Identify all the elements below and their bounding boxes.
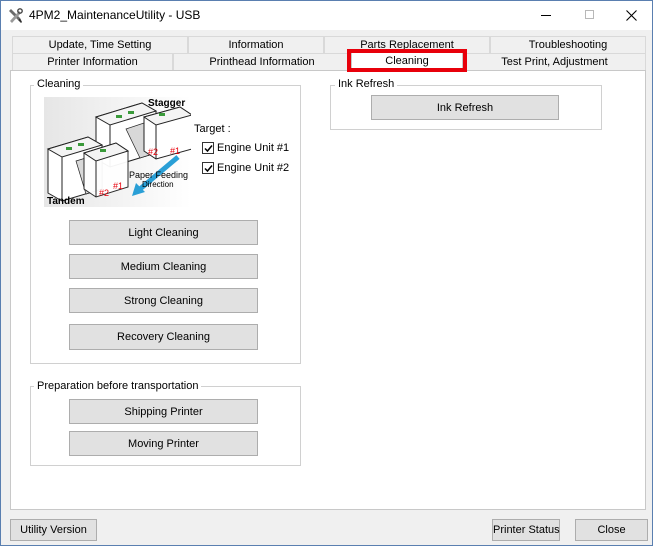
stagger-unit-1-label: #1 xyxy=(170,146,180,156)
window-title: 4PM2_MaintenanceUtility - USB xyxy=(29,8,201,22)
tools-icon xyxy=(7,8,23,24)
moving-printer-button[interactable]: Moving Printer xyxy=(69,431,258,456)
printer-status-button[interactable]: Printer Status xyxy=(492,519,560,541)
minimize-button[interactable] xyxy=(523,1,567,30)
engine-unit-1-checkbox[interactable] xyxy=(202,142,214,154)
stagger-label: Stagger xyxy=(148,98,185,109)
close-window-button[interactable] xyxy=(609,1,652,30)
tandem-unit-1-label: #1 xyxy=(113,181,123,191)
engine-unit-2-label[interactable]: Engine Unit #2 xyxy=(217,162,289,174)
tab-troubleshooting[interactable]: Troubleshooting xyxy=(490,36,646,53)
title-bar[interactable]: 4PM2_MaintenanceUtility - USB xyxy=(1,1,652,30)
ink-refresh-group-title: Ink Refresh xyxy=(335,78,398,90)
tandem-unit-2-label: #2 xyxy=(99,188,109,198)
maximize-button[interactable] xyxy=(567,1,611,30)
medium-cleaning-button[interactable]: Medium Cleaning xyxy=(69,254,258,279)
app-window: 4PM2_MaintenanceUtility - USB Update, Ti… xyxy=(0,0,653,546)
tandem-label: Tandem xyxy=(47,196,85,207)
tab-test-print-adjustment[interactable]: Test Print, Adjustment xyxy=(463,53,646,70)
target-label: Target : xyxy=(194,123,231,135)
feed-direction-label-line2: Direction xyxy=(142,180,174,189)
strong-cleaning-button[interactable]: Strong Cleaning xyxy=(69,288,258,313)
highlight-box xyxy=(347,49,467,72)
checkmark-icon xyxy=(204,165,213,173)
engine-unit-1-label[interactable]: Engine Unit #1 xyxy=(217,142,289,154)
tab-printhead-information[interactable]: Printhead Information xyxy=(173,53,351,70)
tab-printer-information[interactable]: Printer Information xyxy=(12,53,173,70)
engine-unit-2-checkbox[interactable] xyxy=(202,162,214,174)
engine-unit-illustration: Stagger Tandem #2 #1 #2 #1 Paper Feeding… xyxy=(44,97,191,207)
tab-update-time-setting[interactable]: Update, Time Setting xyxy=(12,36,188,53)
close-icon xyxy=(626,10,637,21)
close-button[interactable]: Close xyxy=(575,519,648,541)
tab-information[interactable]: Information xyxy=(188,36,324,53)
shipping-printer-button[interactable]: Shipping Printer xyxy=(69,399,258,424)
checkmark-icon xyxy=(204,145,213,153)
cleaning-group-title: Cleaning xyxy=(34,78,84,90)
utility-version-button[interactable]: Utility Version xyxy=(10,519,97,541)
ink-refresh-button[interactable]: Ink Refresh xyxy=(371,95,559,120)
transport-group-title: Preparation before transportation xyxy=(34,380,202,392)
stagger-unit-2-label: #2 xyxy=(148,147,158,157)
recovery-cleaning-button[interactable]: Recovery Cleaning xyxy=(69,324,258,350)
feed-direction-label-line1: Paper Feeding xyxy=(129,170,188,180)
light-cleaning-button[interactable]: Light Cleaning xyxy=(69,220,258,245)
